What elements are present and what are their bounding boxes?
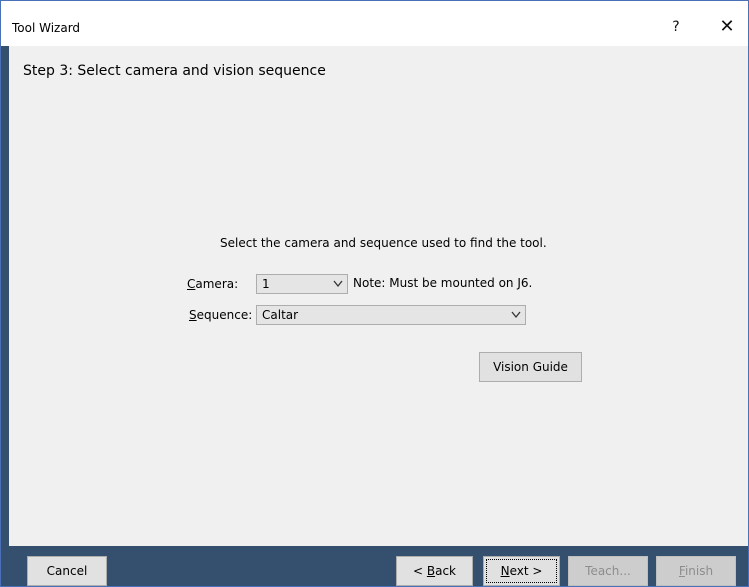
left-frame-strip [1,46,9,586]
cancel-button[interactable]: Cancel [27,556,107,586]
finish-button[interactable]: Finish [656,556,736,586]
instruction-text: Select the camera and sequence used to f… [220,236,547,250]
camera-note: Note: Must be mounted on J6. [353,276,533,290]
title-bar: Tool Wizard ? ✕ [1,1,748,46]
help-button[interactable]: ? [661,14,691,40]
next-button[interactable]: Next > [483,556,560,586]
tool-wizard-window: Tool Wizard ? ✕ Step 3: Select camera an… [0,0,749,587]
sequence-value: Caltar [262,308,299,322]
sequence-label: Sequence: [189,308,253,322]
camera-label: Camera: [187,277,239,291]
chevron-down-icon [511,311,521,319]
teach-button[interactable]: Teach... [568,556,648,586]
wizard-content: Step 3: Select camera and vision sequenc… [19,57,733,537]
close-button[interactable]: ✕ [712,14,742,40]
back-button[interactable]: < Back [396,556,473,586]
camera-value: 1 [262,277,270,291]
camera-dropdown[interactable]: 1 [256,274,348,294]
sequence-dropdown[interactable]: Caltar [256,305,526,325]
window-title: Tool Wizard [12,21,81,35]
step-title: Step 3: Select camera and vision sequenc… [23,63,326,79]
bottom-button-bar: Cancel < Back Next > Teach... Finish [1,546,748,586]
chevron-down-icon [333,280,343,288]
vision-guide-button[interactable]: Vision Guide [479,352,582,382]
